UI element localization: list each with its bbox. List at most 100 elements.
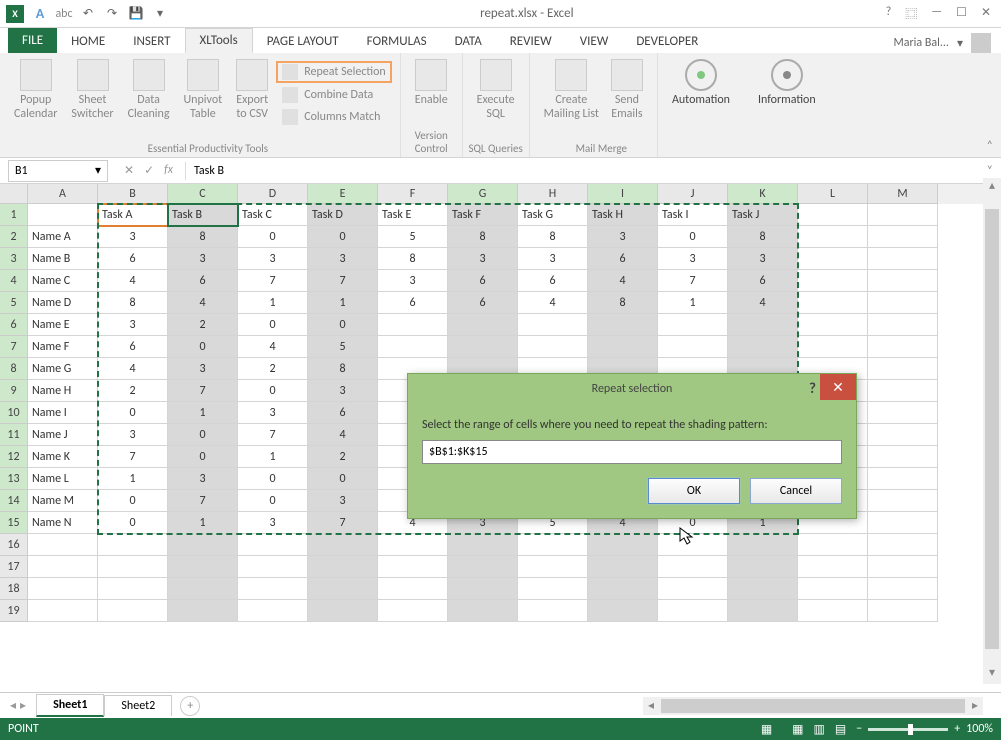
cell[interactable]: 4 xyxy=(98,270,168,292)
sheet-tab-2[interactable]: Sheet2 xyxy=(104,695,172,716)
cell[interactable]: 0 xyxy=(238,490,308,512)
view-page-icon[interactable]: ▥ xyxy=(814,722,825,737)
cell[interactable] xyxy=(308,600,378,622)
cell[interactable]: 3 xyxy=(168,468,238,490)
cell[interactable] xyxy=(868,204,938,226)
cell[interactable]: 6 xyxy=(98,248,168,270)
cell[interactable] xyxy=(378,336,448,358)
sheet-tab-1[interactable]: Sheet1 xyxy=(36,694,104,717)
namebox-dropdown-icon[interactable]: ▾ xyxy=(95,163,101,178)
font-icon[interactable]: A xyxy=(32,6,48,22)
cell[interactable] xyxy=(868,446,938,468)
cell[interactable] xyxy=(378,600,448,622)
cell[interactable] xyxy=(518,314,588,336)
maximize-icon[interactable]: ☐ xyxy=(956,5,967,22)
cell[interactable]: 0 xyxy=(168,446,238,468)
repeat-selection-button[interactable]: Repeat Selection xyxy=(276,61,392,83)
col-header-L[interactable]: L xyxy=(798,184,868,204)
cell[interactable]: 0 xyxy=(98,512,168,534)
avatar[interactable] xyxy=(971,33,991,53)
row-header-8[interactable]: 8 xyxy=(0,358,28,380)
tab-home[interactable]: HOME xyxy=(57,30,119,53)
hscroll-thumb[interactable] xyxy=(661,699,965,713)
cell[interactable] xyxy=(868,270,938,292)
cell[interactable] xyxy=(798,226,868,248)
cell[interactable]: 3 xyxy=(588,226,658,248)
tab-data[interactable]: DATA xyxy=(441,30,496,53)
cell[interactable]: 1 xyxy=(98,468,168,490)
cell[interactable] xyxy=(238,534,308,556)
undo-icon[interactable]: ↶ xyxy=(80,6,96,22)
scroll-left-icon[interactable]: ◂ xyxy=(643,698,659,713)
zoom-out-icon[interactable]: − xyxy=(856,722,862,736)
cell[interactable]: 4 xyxy=(518,292,588,314)
cell[interactable] xyxy=(588,600,658,622)
cell[interactable]: Name N xyxy=(28,512,98,534)
cell[interactable]: Name I xyxy=(28,402,98,424)
cell[interactable]: Name J xyxy=(28,424,98,446)
cell[interactable]: 1 xyxy=(238,292,308,314)
cell[interactable]: 3 xyxy=(98,226,168,248)
create-mailing-button[interactable]: Create Mailing List xyxy=(538,57,605,124)
cell[interactable]: Task D xyxy=(308,204,378,226)
cell[interactable] xyxy=(798,556,868,578)
cell[interactable] xyxy=(308,578,378,600)
cell[interactable] xyxy=(868,600,938,622)
dialog-close-icon[interactable]: ✕ xyxy=(820,374,856,400)
cell[interactable] xyxy=(448,600,518,622)
cell[interactable] xyxy=(98,534,168,556)
row-header-10[interactable]: 10 xyxy=(0,402,28,424)
cell[interactable] xyxy=(518,534,588,556)
cell[interactable] xyxy=(728,534,798,556)
col-header-D[interactable]: D xyxy=(238,184,308,204)
cell[interactable] xyxy=(798,204,868,226)
cell[interactable]: 5 xyxy=(378,226,448,248)
scroll-down-icon[interactable]: ▾ xyxy=(984,665,1000,680)
tab-view[interactable]: VIEW xyxy=(566,30,623,53)
cell[interactable] xyxy=(378,578,448,600)
cell[interactable]: Task A xyxy=(98,204,168,226)
horizontal-scrollbar[interactable]: ◂ ▸ xyxy=(643,697,983,715)
cell[interactable] xyxy=(238,556,308,578)
cell[interactable]: 7 xyxy=(658,270,728,292)
tab-xltools[interactable]: XLTools xyxy=(185,28,253,53)
vertical-scrollbar[interactable]: ▴ ▾ xyxy=(983,178,1001,684)
columns-match-button[interactable]: Columns Match xyxy=(276,107,392,127)
scroll-up-icon[interactable]: ▴ xyxy=(984,178,1000,193)
cell[interactable] xyxy=(168,556,238,578)
dialog-help-icon[interactable]: ? xyxy=(809,380,816,398)
cell[interactable]: Task H xyxy=(588,204,658,226)
cell[interactable] xyxy=(378,534,448,556)
cell[interactable] xyxy=(728,578,798,600)
cell[interactable]: 0 xyxy=(238,468,308,490)
col-header-M[interactable]: M xyxy=(868,184,938,204)
cell[interactable]: Name H xyxy=(28,380,98,402)
cell[interactable]: 3 xyxy=(658,248,728,270)
combine-data-button[interactable]: Combine Data xyxy=(276,85,392,105)
row-header-13[interactable]: 13 xyxy=(0,468,28,490)
cell[interactable]: 6 xyxy=(168,270,238,292)
execute-sql-button[interactable]: Execute SQL xyxy=(471,57,521,124)
cell[interactable]: 1 xyxy=(238,446,308,468)
cancel-button[interactable]: Cancel xyxy=(750,478,842,504)
row-header-12[interactable]: 12 xyxy=(0,446,28,468)
accept-formula-icon[interactable]: ✓ xyxy=(144,163,154,178)
cell[interactable] xyxy=(518,556,588,578)
cell[interactable]: 3 xyxy=(308,380,378,402)
row-header-1[interactable]: 1 xyxy=(0,204,28,226)
cell[interactable]: 0 xyxy=(238,226,308,248)
cell[interactable]: 0 xyxy=(238,380,308,402)
cell[interactable]: 4 xyxy=(168,292,238,314)
user-dropdown-icon[interactable]: ▾ xyxy=(957,36,963,51)
scroll-right-icon[interactable]: ▸ xyxy=(967,698,983,713)
cell[interactable] xyxy=(868,556,938,578)
cell[interactable] xyxy=(168,600,238,622)
row-header-4[interactable]: 4 xyxy=(0,270,28,292)
cell[interactable]: 8 xyxy=(518,226,588,248)
cell[interactable]: 7 xyxy=(308,270,378,292)
dialog-title-bar[interactable]: Repeat selection ? ✕ xyxy=(408,374,856,404)
row-header-7[interactable]: 7 xyxy=(0,336,28,358)
cell[interactable] xyxy=(868,424,938,446)
cell[interactable]: 6 xyxy=(518,270,588,292)
tab-formulas[interactable]: FORMULAS xyxy=(353,30,441,53)
